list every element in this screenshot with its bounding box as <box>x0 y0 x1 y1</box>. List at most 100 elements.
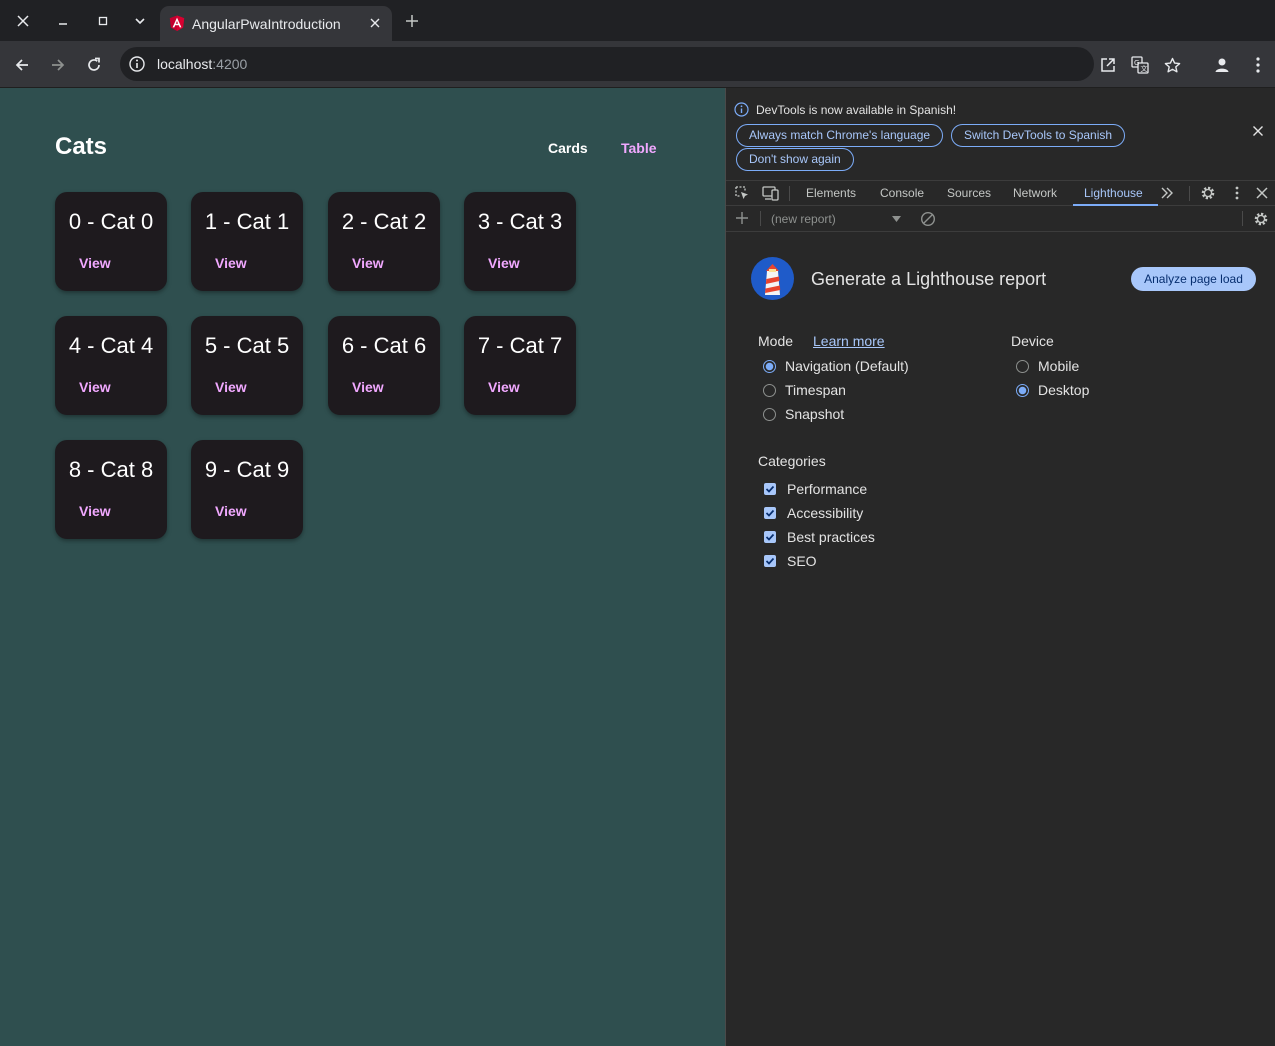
mode-option-timespan[interactable]: Timespan <box>763 382 846 398</box>
cat-card: 2 - Cat 2 View <box>328 192 440 291</box>
lighthouse-logo-icon <box>751 257 794 300</box>
radio-selected[interactable] <box>763 359 776 373</box>
cat-card: 1 - Cat 1 View <box>191 192 303 291</box>
cat-card-view-button[interactable]: View <box>488 255 520 271</box>
learn-more-link[interactable]: Learn more <box>813 333 885 349</box>
tab-close-icon[interactable] <box>366 14 384 32</box>
cat-card-view-button[interactable]: View <box>79 503 111 519</box>
svg-text:G: G <box>1134 59 1139 67</box>
tab-sources[interactable]: Sources <box>947 186 991 200</box>
cat-card: 7 - Cat 7 View <box>464 316 576 415</box>
radio-unselected[interactable] <box>1016 359 1029 373</box>
cat-card-view-button[interactable]: View <box>215 503 247 519</box>
radio-selected[interactable] <box>1016 383 1029 397</box>
cat-card-view-button[interactable]: View <box>215 379 247 395</box>
back-arrow-icon[interactable] <box>9 52 35 78</box>
category-performance[interactable]: Performance <box>764 481 867 497</box>
svg-text:文: 文 <box>1141 64 1148 73</box>
checkbox-checked-icon[interactable] <box>764 483 776 495</box>
site-info-icon[interactable] <box>128 55 146 73</box>
browser-tab-active[interactable]: AngularPwaIntroduction <box>160 6 392 41</box>
cat-card: 0 - Cat 0 View <box>55 192 167 291</box>
tab-search-chevron-icon[interactable] <box>127 8 153 34</box>
profile-avatar-icon[interactable] <box>1209 52 1235 78</box>
device-toolbar-icon[interactable] <box>762 185 779 201</box>
cat-card-view-button[interactable]: View <box>352 379 384 395</box>
report-dropdown-arrow-icon[interactable] <box>892 216 901 222</box>
translate-icon[interactable]: G文 <box>1127 52 1153 78</box>
new-tab-plus-icon[interactable] <box>400 8 424 34</box>
switch-to-spanish-button[interactable]: Switch DevTools to Spanish <box>951 124 1126 147</box>
tab-title: AngularPwaIntroduction <box>192 15 341 32</box>
inspect-element-icon[interactable] <box>734 185 750 201</box>
match-language-button[interactable]: Always match Chrome's language <box>736 124 944 147</box>
device-option-label: Mobile <box>1038 358 1080 374</box>
cat-card-view-button[interactable]: View <box>488 379 520 395</box>
lighthouse-toolbar: (new report) <box>726 206 1275 232</box>
tab-elements[interactable]: Elements <box>806 186 856 200</box>
nav-link-table[interactable]: Table <box>621 140 657 156</box>
radio-unselected[interactable] <box>763 407 776 421</box>
dont-show-again-button[interactable]: Don't show again <box>736 148 854 171</box>
bookmark-star-icon[interactable] <box>1159 52 1185 78</box>
category-best-practices[interactable]: Best practices <box>764 529 875 545</box>
analyze-page-load-button[interactable]: Analyze page load <box>1131 267 1256 291</box>
cat-card: 5 - Cat 5 View <box>191 316 303 415</box>
browser-menu-kebab-icon[interactable] <box>1245 52 1271 78</box>
tab-console[interactable]: Console <box>880 186 924 200</box>
infobar-close-icon[interactable] <box>1252 125 1264 137</box>
window-close-icon[interactable] <box>10 8 36 34</box>
toolbar-separator <box>1242 211 1243 226</box>
cat-card-title: 8 - Cat 8 <box>68 457 154 482</box>
report-select-dropdown[interactable]: (new report) <box>771 212 836 226</box>
mode-option-navigation[interactable]: Navigation (Default) <box>763 358 909 374</box>
more-tabs-chevron-icon[interactable] <box>1159 185 1175 201</box>
tab-network[interactable]: Network <box>1013 186 1057 200</box>
mode-label: Mode <box>758 333 794 349</box>
nav-link-cards[interactable]: Cards <box>548 140 588 156</box>
open-in-window-icon[interactable] <box>1095 52 1121 78</box>
cat-card-view-button[interactable]: View <box>79 379 111 395</box>
angular-favicon-icon <box>169 15 185 32</box>
devtools-settings-gear-icon[interactable] <box>1200 185 1216 201</box>
cat-card-view-button[interactable]: View <box>79 255 111 271</box>
cat-card-view-button[interactable]: View <box>215 255 247 271</box>
cat-card-title: 9 - Cat 9 <box>204 457 290 482</box>
app-page: Cats Cards Table 0 - Cat 0 View 1 - Cat … <box>0 88 725 1046</box>
tab-lighthouse[interactable]: Lighthouse <box>1084 186 1143 200</box>
devtools-tabbar: Elements Console Sources Network Lightho… <box>726 180 1275 206</box>
category-accessibility[interactable]: Accessibility <box>764 505 863 521</box>
address-bar[interactable]: localhost:4200 <box>120 47 1094 81</box>
category-seo[interactable]: SEO <box>764 553 817 569</box>
lighthouse-settings-gear-icon[interactable] <box>1253 211 1269 227</box>
reload-icon[interactable] <box>81 52 107 78</box>
mode-option-snapshot[interactable]: Snapshot <box>763 406 844 422</box>
cat-card-view-button[interactable]: View <box>352 255 384 271</box>
radio-unselected[interactable] <box>763 383 776 397</box>
cat-card-title: 0 - Cat 0 <box>68 209 154 234</box>
toolbar-separator <box>760 211 761 226</box>
lighthouse-title: Generate a Lighthouse report <box>811 269 1047 289</box>
cat-card-title: 6 - Cat 6 <box>341 333 427 358</box>
category-label: SEO <box>787 553 817 569</box>
mode-option-label: Timespan <box>785 382 846 398</box>
devtools-kebab-menu-icon[interactable] <box>1229 185 1245 201</box>
device-option-mobile[interactable]: Mobile <box>1016 358 1079 374</box>
window-maximize-icon[interactable] <box>90 8 116 34</box>
window-minimize-icon[interactable] <box>50 8 76 34</box>
checkbox-checked-icon[interactable] <box>764 531 776 543</box>
cat-card-title: 5 - Cat 5 <box>204 333 290 358</box>
new-report-plus-icon[interactable] <box>735 211 749 225</box>
device-option-desktop[interactable]: Desktop <box>1016 382 1089 398</box>
cat-card-title: 4 - Cat 4 <box>68 333 154 358</box>
category-label: Accessibility <box>787 505 864 521</box>
devtools-close-icon[interactable] <box>1254 185 1270 201</box>
cat-card: 9 - Cat 9 View <box>191 440 303 539</box>
url-port: :4200 <box>212 56 248 72</box>
cat-card: 8 - Cat 8 View <box>55 440 167 539</box>
checkbox-checked-icon[interactable] <box>764 507 776 519</box>
clear-report-block-icon[interactable] <box>920 211 936 227</box>
forward-arrow-icon[interactable] <box>45 52 71 78</box>
checkbox-checked-icon[interactable] <box>764 555 776 567</box>
cat-card-title: 2 - Cat 2 <box>341 209 427 234</box>
